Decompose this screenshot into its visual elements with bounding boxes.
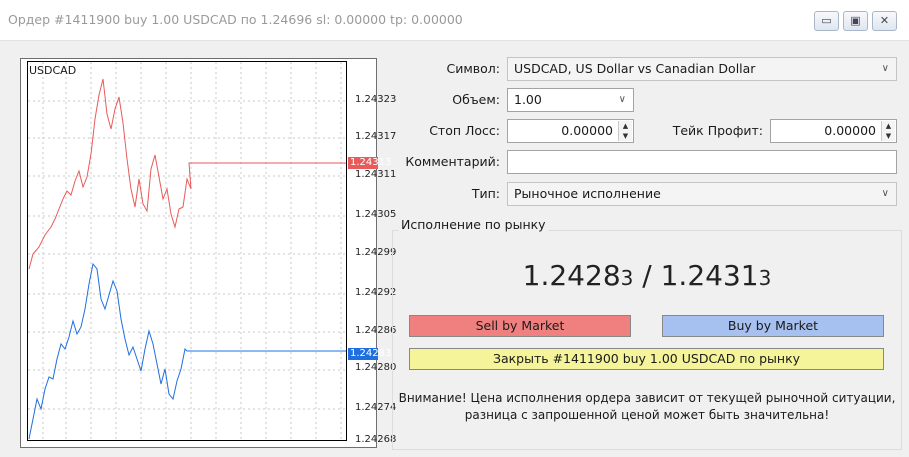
ask-price-digit: 3 — [758, 266, 772, 290]
take-profit-field[interactable]: 0.00000 ▲ ▼ — [770, 119, 897, 143]
bid-price-tag: 1.24283 — [348, 348, 392, 360]
price-tick: 1.24311 — [355, 169, 397, 180]
bid-price-digit: 3 — [620, 266, 634, 290]
price-tick: 1.24286 — [355, 325, 397, 336]
buy-by-market-button[interactable]: Buy by Market — [662, 315, 884, 337]
close-order-button[interactable]: Закрыть #1411900 buy 1.00 USDCAD по рынк… — [409, 348, 884, 370]
chart-symbol-label: USDCAD — [29, 64, 77, 77]
chevron-down-icon: ∨ — [618, 94, 626, 105]
bid-price: 1.2428 — [522, 259, 621, 292]
chevron-down-icon: ∨ — [881, 63, 889, 74]
title-bar: Ордер #1411900 buy 1.00 USDCAD по 1.2469… — [0, 0, 909, 41]
take-profit-value: 0.00000 — [824, 123, 876, 138]
ask-price-tag: 1.24313 — [348, 157, 392, 169]
chart-plot-area — [27, 61, 347, 441]
tick-chart: USDCAD 1.24323 1.24317 1.24311 1.24305 1… — [20, 58, 396, 448]
minimize-button[interactable]: ▭ — [814, 11, 839, 31]
stop-loss-value: 0.00000 — [561, 123, 613, 138]
take-profit-spinner[interactable]: ▲ ▼ — [881, 121, 895, 141]
close-button[interactable]: ✕ — [872, 11, 897, 31]
minimize-icon: ▭ — [821, 14, 832, 27]
price-tick: 1.24280 — [355, 362, 397, 373]
spin-down-icon[interactable]: ▼ — [882, 131, 895, 141]
window-title: Ордер #1411900 buy 1.00 USDCAD по 1.2469… — [8, 12, 463, 27]
comment-label: Комментарий: — [405, 154, 500, 169]
spin-up-icon[interactable]: ▲ — [882, 121, 895, 131]
price-tick: 1.24299 — [355, 247, 397, 258]
price-tick: 1.24305 — [355, 209, 397, 220]
symbol-label: Символ: — [446, 61, 501, 76]
chevron-down-icon: ∨ — [881, 188, 889, 199]
comment-input[interactable] — [507, 150, 897, 174]
order-type-value: Рыночное исполнение — [514, 186, 661, 201]
symbol-select[interactable]: USDCAD, US Dollar vs Canadian Dollar ∨ — [507, 57, 897, 81]
dialog-body: USDCAD 1.24323 1.24317 1.24311 1.24305 1… — [0, 41, 909, 457]
spin-up-icon[interactable]: ▲ — [619, 121, 632, 131]
stop-loss-spinner[interactable]: ▲ ▼ — [618, 121, 632, 141]
take-profit-label: Тейк Профит: — [672, 123, 763, 138]
volume-value: 1.00 — [514, 92, 542, 107]
warning-line-2: разница с запрошенной ценой может быть з… — [464, 408, 830, 422]
price-tick: 1.24292 — [355, 287, 397, 298]
sell-by-market-button[interactable]: Sell by Market — [409, 315, 631, 337]
volume-label: Объем: — [452, 92, 500, 107]
spin-down-icon[interactable]: ▼ — [619, 131, 632, 141]
stop-loss-field[interactable]: 0.00000 ▲ ▼ — [507, 119, 634, 143]
price-tick: 1.24268 — [355, 434, 397, 445]
market-execution-legend: Исполнение по рынку — [398, 217, 549, 232]
quote-separator: / — [633, 259, 661, 292]
maximize-icon: ▣ — [850, 14, 861, 27]
price-tick: 1.24323 — [355, 94, 397, 105]
execution-warning: Внимание! Цена исполнения ордера зависит… — [392, 390, 902, 424]
quote-display: 1.24283 / 1.24313 — [392, 259, 902, 292]
warning-line-1: Внимание! Цена исполнения ордера зависит… — [398, 391, 896, 405]
maximize-button[interactable]: ▣ — [843, 11, 868, 31]
volume-combo[interactable]: 1.00 ∨ — [507, 88, 634, 112]
order-type-select[interactable]: Рыночное исполнение ∨ — [507, 182, 897, 206]
close-icon: ✕ — [879, 14, 890, 27]
price-tick: 1.24274 — [355, 402, 397, 413]
stop-loss-label: Стоп Лосс: — [429, 123, 500, 138]
type-label: Тип: — [471, 186, 500, 201]
price-tick: 1.24317 — [355, 131, 397, 142]
symbol-value: USDCAD, US Dollar vs Canadian Dollar — [514, 61, 756, 76]
ask-price: 1.2431 — [660, 259, 759, 292]
